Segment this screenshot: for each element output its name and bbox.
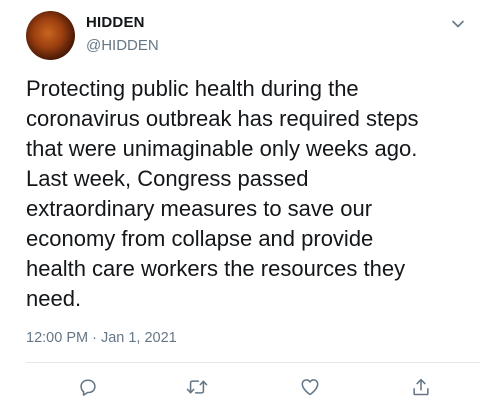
tweet-text-line: Last week, Congress passed (26, 166, 309, 191)
tweet-text-line: Protecting public health during the (26, 76, 359, 101)
display-name[interactable]: HIDDEN (86, 14, 145, 31)
chevron-down-icon[interactable] (450, 16, 466, 32)
tweet-text-line: coronavirus outbreak has required steps (26, 106, 419, 131)
reply-button[interactable] (75, 374, 101, 400)
user-handle[interactable]: @HIDDEN (86, 37, 159, 54)
tweet-text-line: need. (26, 286, 82, 311)
reply-icon (77, 376, 99, 398)
retweet-button[interactable] (184, 374, 210, 400)
tweet-card: HIDDEN @HIDDEN Protecting public health … (0, 0, 480, 412)
tweet-text: Protecting public health during the coro… (26, 74, 471, 314)
share-button[interactable] (408, 374, 434, 400)
tweet-text-line: economy from collapse and provide (26, 226, 374, 251)
share-icon (410, 376, 432, 398)
avatar[interactable] (26, 11, 75, 60)
retweet-icon (185, 376, 209, 398)
tweet-text-line: that were unimaginable only weeks ago. (26, 136, 418, 161)
tweet-text-line: health care workers the resources they (26, 256, 406, 281)
like-button[interactable] (297, 374, 323, 400)
divider (26, 362, 480, 363)
tweet-timestamp[interactable]: 12:00 PM · Jan 1, 2021 (26, 330, 177, 346)
tweet-text-line: extraordinary measures to save our (26, 196, 373, 221)
heart-icon (299, 376, 321, 398)
